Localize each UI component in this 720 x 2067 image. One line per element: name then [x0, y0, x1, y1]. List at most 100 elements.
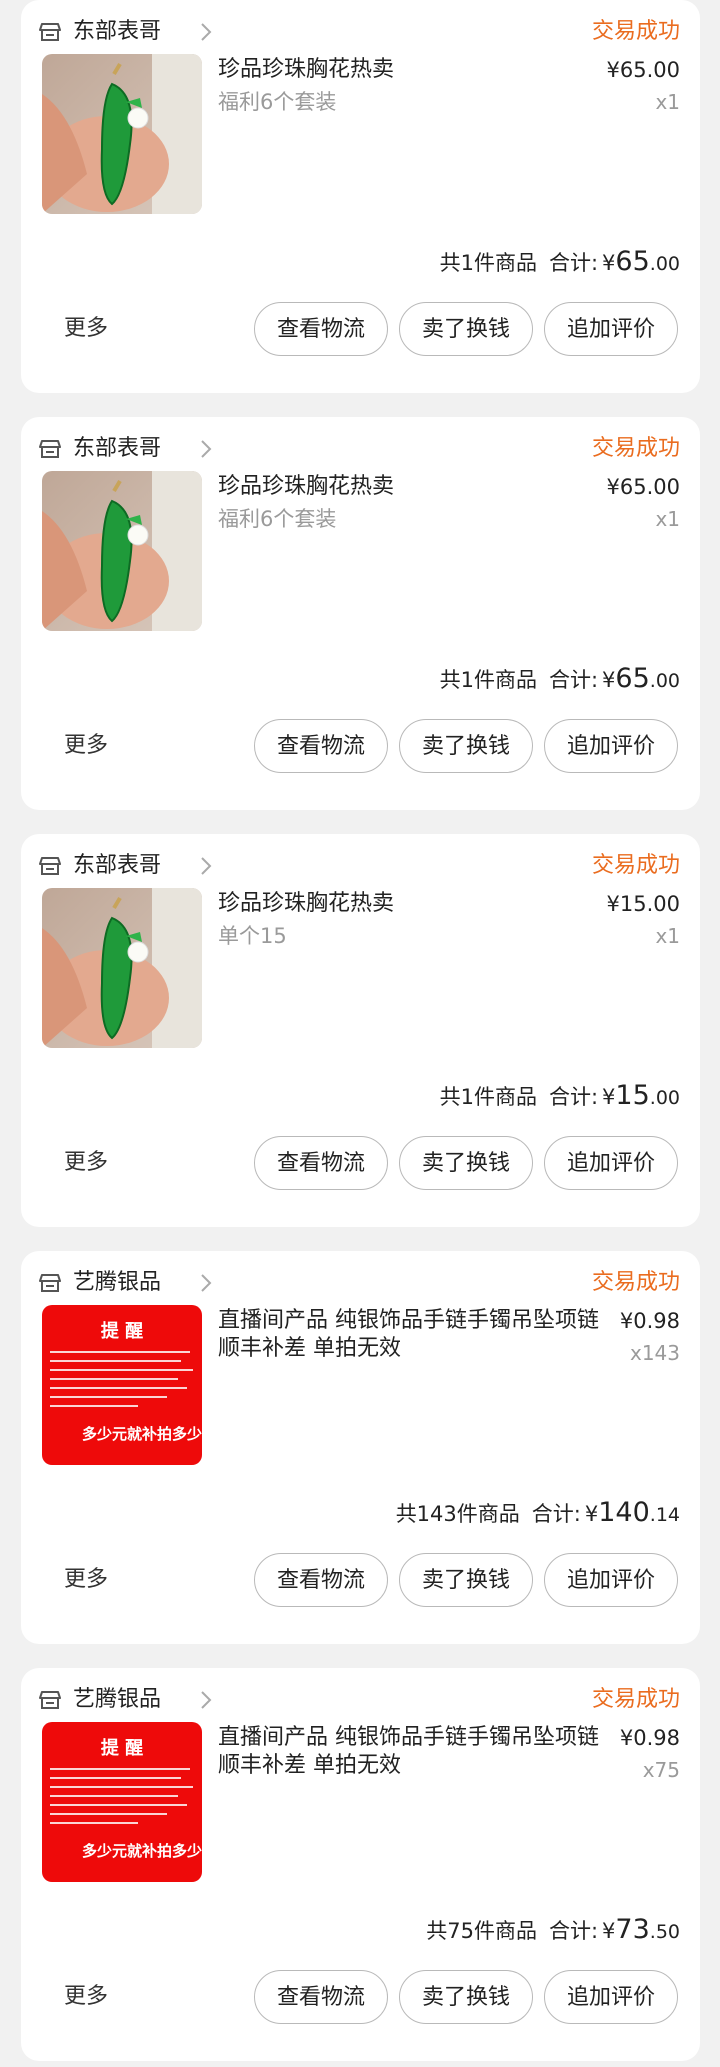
view-logistics-button[interactable]: 查看物流	[254, 1136, 388, 1190]
total-integer: 140	[598, 1497, 650, 1528]
total-decimal: .00	[649, 253, 680, 275]
resell-button[interactable]: 卖了换钱	[399, 1136, 533, 1190]
chevron-right-icon[interactable]	[199, 438, 213, 460]
product-title[interactable]: 珍品珍珠胸花热卖	[218, 473, 618, 501]
order-card[interactable]: 东部表哥 交易成功 珍品珍珠胸花热卖 单个15 ¥15.00 x1 共1件商品 …	[21, 834, 700, 1227]
notice-footer: 多少元就补拍多少	[82, 1425, 202, 1443]
total-label: 合计:	[548, 668, 599, 692]
total-decimal: .00	[649, 670, 680, 692]
unit-price: ¥15.00	[606, 892, 680, 916]
unit-price: ¥65.00	[606, 475, 680, 499]
resell-button[interactable]: 卖了换钱	[399, 302, 533, 356]
notice-heading: 提 醒	[100, 1321, 144, 1342]
notice-fine-print	[50, 1351, 196, 1414]
product-variant: 福利6个套装	[218, 90, 337, 114]
order-summary: 共143件商品 合计: ¥ 140 .14	[396, 1497, 680, 1533]
resell-button[interactable]: 卖了换钱	[399, 1970, 533, 2024]
order-summary: 共1件商品 合计: ¥ 65 .00	[440, 663, 680, 699]
total-label: 合计:	[548, 1919, 599, 1943]
product-title[interactable]: 珍品珍珠胸花热卖	[218, 56, 618, 84]
quantity: x1	[655, 924, 680, 948]
product-image[interactable]	[42, 471, 202, 631]
total-integer: 73	[615, 1914, 650, 1945]
shop-icon	[39, 439, 61, 459]
order-status: 交易成功	[591, 19, 680, 44]
total-label: 合计:	[531, 1502, 581, 1526]
quantity: x143	[629, 1341, 680, 1365]
product-title[interactable]: 珍品珍珠胸花热卖	[218, 890, 618, 918]
shop-icon	[39, 22, 61, 42]
view-logistics-button[interactable]: 查看物流	[254, 1970, 388, 2024]
resell-button[interactable]: 卖了换钱	[399, 1553, 533, 1607]
total-integer: 65	[615, 663, 650, 694]
more-button[interactable]: 更多	[64, 314, 108, 344]
resell-button[interactable]: 卖了换钱	[399, 719, 533, 773]
quantity: x1	[655, 90, 680, 114]
more-button[interactable]: 更多	[64, 1565, 108, 1595]
more-button[interactable]: 更多	[64, 1148, 108, 1178]
notice-fine-print	[50, 1768, 196, 1831]
shop-name[interactable]: 东部表哥	[73, 17, 161, 47]
add-review-button[interactable]: 追加评价	[544, 1553, 678, 1607]
item-count: 共1件商品	[439, 1085, 537, 1109]
chevron-right-icon[interactable]	[199, 1689, 213, 1711]
product-image[interactable]: 提 醒 多少元就补拍多少	[42, 1305, 202, 1465]
currency-symbol: ¥	[602, 251, 616, 275]
order-card[interactable]: 艺腾银品 交易成功 提 醒 多少元就补拍多少 直播间产品 纯银饰品手链手镯吊坠项…	[21, 1251, 700, 1644]
unit-price: ¥65.00	[606, 58, 680, 82]
total-decimal: .00	[649, 1087, 680, 1109]
product-image[interactable]	[42, 888, 202, 1048]
unit-price: ¥0.98	[619, 1726, 680, 1750]
product-variant: 福利6个套装	[218, 507, 337, 531]
view-logistics-button[interactable]: 查看物流	[254, 302, 388, 356]
order-summary: 共1件商品 合计: ¥ 15 .00	[440, 1080, 680, 1116]
add-review-button[interactable]: 追加评价	[544, 1136, 678, 1190]
product-title[interactable]: 直播间产品 纯银饰品手链手镯吊坠项链 顺丰补差 单拍无效	[218, 1307, 618, 1363]
shop-name[interactable]: 艺腾银品	[73, 1685, 161, 1715]
order-status: 交易成功	[591, 1687, 680, 1712]
quantity: x75	[642, 1758, 680, 1782]
product-variant: 单个15	[218, 924, 287, 948]
more-button[interactable]: 更多	[64, 731, 108, 761]
product-image[interactable]: 提 醒 多少元就补拍多少	[42, 1722, 202, 1882]
order-status: 交易成功	[591, 1270, 680, 1295]
total-label: 合计:	[548, 1085, 599, 1109]
item-count: 共1件商品	[439, 251, 537, 275]
currency-symbol: ¥	[602, 1085, 616, 1109]
order-card[interactable]: 东部表哥 交易成功 珍品珍珠胸花热卖 福利6个套装 ¥65.00 x1 共1件商…	[21, 417, 700, 810]
shop-name[interactable]: 东部表哥	[73, 434, 161, 464]
chevron-right-icon[interactable]	[199, 1272, 213, 1294]
order-status: 交易成功	[591, 853, 680, 878]
shop-name[interactable]: 艺腾银品	[73, 1268, 161, 1298]
quantity: x1	[655, 507, 680, 531]
add-review-button[interactable]: 追加评价	[544, 1970, 678, 2024]
product-title[interactable]: 直播间产品 纯银饰品手链手镯吊坠项链 顺丰补差 单拍无效	[218, 1724, 618, 1780]
chevron-right-icon[interactable]	[199, 21, 213, 43]
view-logistics-button[interactable]: 查看物流	[254, 719, 388, 773]
currency-symbol: ¥	[602, 668, 616, 692]
order-card[interactable]: 东部表哥 交易成功 珍品珍珠胸花热卖 福利6个套装 ¥65.00 x1 共1件商…	[21, 0, 700, 393]
chevron-right-icon[interactable]	[199, 855, 213, 877]
order-card[interactable]: 艺腾银品 交易成功 提 醒 多少元就补拍多少 直播间产品 纯银饰品手链手镯吊坠项…	[21, 1668, 700, 2061]
item-count: 共1件商品	[439, 668, 537, 692]
currency-symbol: ¥	[584, 1502, 599, 1526]
order-summary: 共1件商品 合计: ¥ 65 .00	[440, 246, 680, 282]
notice-heading: 提 醒	[100, 1738, 144, 1759]
shop-icon	[39, 856, 61, 876]
total-integer: 65	[615, 246, 650, 277]
unit-price: ¥0.98	[619, 1309, 680, 1333]
add-review-button[interactable]: 追加评价	[544, 719, 678, 773]
product-image[interactable]	[42, 54, 202, 214]
more-button[interactable]: 更多	[64, 1982, 108, 2012]
order-summary: 共75件商品 合计: ¥ 73 .50	[426, 1914, 680, 1950]
order-status: 交易成功	[591, 436, 680, 461]
shop-name[interactable]: 东部表哥	[73, 851, 161, 881]
add-review-button[interactable]: 追加评价	[544, 302, 678, 356]
item-count: 共75件商品	[426, 1919, 537, 1943]
view-logistics-button[interactable]: 查看物流	[254, 1553, 388, 1607]
currency-symbol: ¥	[602, 1919, 616, 1943]
total-decimal: .50	[649, 1921, 680, 1943]
notice-footer: 多少元就补拍多少	[82, 1842, 202, 1860]
total-decimal: .14	[649, 1504, 680, 1526]
shop-icon	[39, 1690, 61, 1710]
